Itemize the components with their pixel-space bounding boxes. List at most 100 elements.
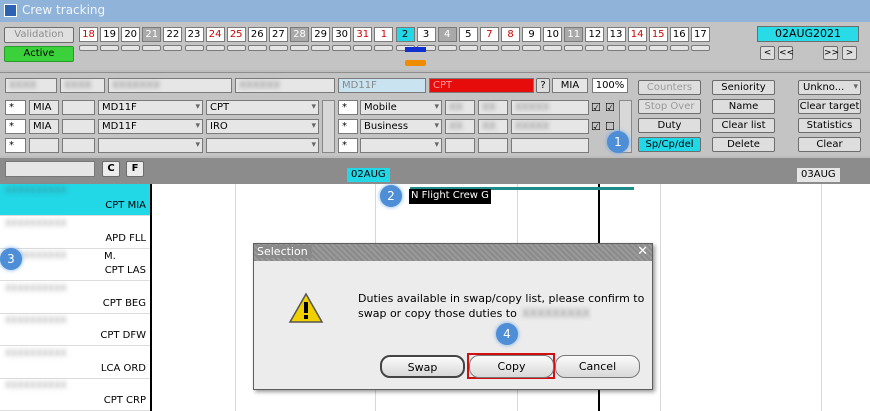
day-9[interactable]: 9 — [522, 27, 542, 42]
day-slot[interactable] — [121, 45, 141, 51]
day-25[interactable]: 25 — [226, 27, 246, 42]
f-button[interactable]: F — [126, 161, 144, 177]
day-slot[interactable] — [522, 45, 542, 51]
day-13[interactable]: 13 — [606, 27, 626, 42]
row3-type-select[interactable] — [360, 138, 442, 153]
row2-aircraft-select[interactable]: MD11F — [98, 119, 203, 134]
day-slot[interactable] — [353, 45, 373, 51]
day-slot[interactable] — [648, 45, 668, 51]
validation-button[interactable]: Validation — [4, 27, 74, 43]
day-slot[interactable] — [205, 45, 225, 51]
row2-sub-select[interactable]: * — [338, 119, 358, 134]
day-slot[interactable] — [585, 45, 605, 51]
unknown-select[interactable]: Unkno... — [798, 80, 861, 95]
day-30[interactable]: 30 — [332, 27, 352, 42]
day-7[interactable]: 7 — [479, 27, 499, 42]
row2-checkbox-a[interactable]: ☑ — [591, 120, 601, 133]
day-slot[interactable] — [564, 45, 584, 51]
row2-base[interactable]: MIA — [29, 119, 59, 134]
row1-sub-select[interactable]: * — [338, 100, 358, 115]
crew-row[interactable]: XXXXXXXXXX LCA ORD — [0, 346, 150, 379]
prev-button[interactable]: < — [760, 46, 775, 60]
day-29[interactable]: 29 — [311, 27, 331, 42]
stop-over-button[interactable]: Stop Over — [638, 99, 701, 114]
row2-blank[interactable] — [62, 119, 95, 134]
cancel-button[interactable]: Cancel — [555, 355, 640, 378]
row2-rank-select[interactable]: IRO — [206, 119, 319, 134]
row1-blank[interactable] — [62, 100, 95, 115]
row1-base[interactable]: MIA — [29, 100, 59, 115]
row3-rank-select[interactable] — [206, 138, 319, 153]
row3-sub-select[interactable]: * — [338, 138, 358, 153]
row1-checkbox-b[interactable]: ☑ — [605, 101, 615, 114]
day-slot[interactable] — [100, 45, 120, 51]
day-15[interactable]: 15 — [648, 27, 668, 42]
sp-cp-del-button[interactable]: Sp/Cp/del — [638, 137, 701, 152]
next-fast-button[interactable]: >> — [823, 46, 839, 60]
rows-scrollbar[interactable] — [322, 100, 335, 153]
day-slot[interactable] — [437, 45, 457, 51]
day-slot[interactable] — [690, 45, 710, 51]
crew-row[interactable]: XXXXXXXXXX CPT BEG — [0, 281, 150, 314]
day-5[interactable]: 5 — [458, 27, 478, 42]
day-19[interactable]: 19 — [100, 27, 120, 42]
crew-row[interactable]: XXXXXXXXXX M. CPT LAS — [0, 249, 150, 281]
name-button[interactable]: Name — [712, 99, 775, 114]
day-20[interactable]: 20 — [121, 27, 141, 42]
row1-type-select[interactable]: Mobile — [360, 100, 442, 115]
day-slot[interactable] — [332, 45, 352, 51]
day-slot[interactable] — [163, 45, 183, 51]
day-slot[interactable] — [268, 45, 288, 51]
day-12[interactable]: 12 — [585, 27, 605, 42]
row1-select[interactable]: * — [5, 100, 26, 115]
crew-row[interactable]: XXXXXXXXXX CPT MIA — [0, 184, 150, 216]
day-slot[interactable] — [290, 45, 309, 51]
seniority-button[interactable]: Seniority — [712, 80, 775, 95]
day-slot[interactable] — [458, 45, 478, 51]
row2-select[interactable]: * — [5, 119, 26, 134]
day-28[interactable]: 28 — [290, 27, 309, 42]
day-3[interactable]: 3 — [416, 27, 436, 42]
day-16[interactable]: 16 — [669, 27, 689, 42]
day-10[interactable]: 10 — [543, 27, 563, 42]
day-17[interactable]: 17 — [690, 27, 710, 42]
crew-first-field[interactable]: XXXXXX — [235, 78, 335, 93]
zoom-field[interactable]: 100% — [592, 78, 628, 93]
statistics-button[interactable]: Statistics — [798, 118, 861, 133]
clear-list-button[interactable]: Clear list — [712, 118, 775, 133]
clear-button[interactable]: Clear — [798, 137, 861, 152]
day-22[interactable]: 22 — [163, 27, 183, 42]
day-14[interactable]: 14 — [627, 27, 647, 42]
row1-aircraft-select[interactable]: MD11F — [98, 100, 203, 115]
current-date[interactable]: 02AUG2021 — [757, 26, 859, 42]
day-27[interactable]: 27 — [268, 27, 288, 42]
day-21[interactable]: 21 — [142, 27, 162, 42]
crew-search-input[interactable] — [5, 161, 95, 177]
day-31[interactable]: 31 — [353, 27, 373, 42]
day-slot[interactable] — [606, 45, 626, 51]
row3-blank[interactable] — [62, 138, 95, 153]
day-slot[interactable] — [247, 45, 267, 51]
c-button[interactable]: C — [102, 161, 120, 177]
crew-code-field[interactable]: XXXX — [60, 78, 105, 93]
day-8[interactable]: 8 — [501, 27, 520, 42]
day-2[interactable]: 2 — [395, 27, 415, 42]
delete-button[interactable]: Delete — [712, 137, 775, 152]
crew-name-field[interactable]: XXXXXXX — [108, 78, 232, 93]
day-18[interactable]: 18 — [79, 27, 98, 42]
crew-row[interactable]: XXXXXXXXXX CPT DFW — [0, 314, 150, 346]
crew-id-field[interactable]: XXXX — [5, 78, 57, 93]
day-slot[interactable] — [184, 45, 204, 51]
swap-button[interactable]: Swap — [380, 355, 465, 378]
crew-row[interactable]: XXXXXXXXXX APD FLL — [0, 216, 150, 249]
clear-target-button[interactable]: Clear target — [798, 99, 861, 114]
day-slot[interactable] — [374, 45, 394, 51]
help-button[interactable]: ? — [536, 78, 550, 93]
copy-button[interactable]: Copy — [469, 355, 554, 378]
day-slot[interactable] — [479, 45, 499, 51]
day-slot[interactable] — [543, 45, 563, 51]
row1-checkbox-a[interactable]: ☑ — [591, 101, 601, 114]
day-slot[interactable] — [142, 45, 162, 51]
day-slot[interactable] — [311, 45, 331, 51]
prev-fast-button[interactable]: << — [778, 46, 794, 60]
